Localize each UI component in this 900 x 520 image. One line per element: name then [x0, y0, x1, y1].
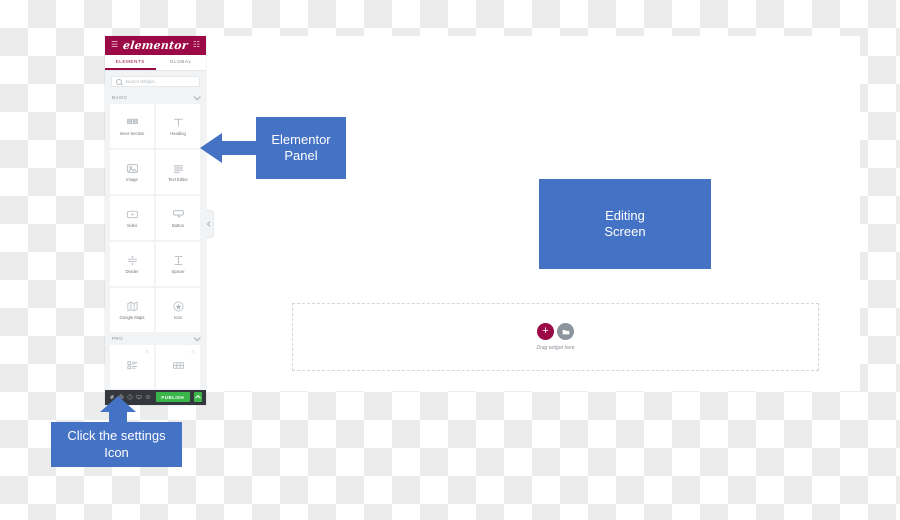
add-new-section-button[interactable]: +	[537, 323, 554, 340]
widget-label: Divider	[125, 268, 139, 274]
annotation-line-1: Editing	[605, 207, 645, 223]
category-header-basic[interactable]: BASIC	[105, 91, 206, 104]
elementor-logo: elementor	[122, 38, 189, 52]
preview-eye-icon[interactable]	[145, 394, 151, 400]
widget-label: Inner Section	[119, 130, 145, 136]
hamburger-icon[interactable]: ☰	[111, 41, 118, 49]
category-label-basic: BASIC	[112, 95, 128, 101]
search-widget-input[interactable]: Search Widget...	[111, 75, 200, 88]
widget-label: Button	[171, 222, 185, 228]
widget-icon[interactable]: Icon	[156, 287, 200, 332]
annotation-line-2: Screen	[604, 224, 646, 239]
chevron-up-icon	[195, 395, 201, 402]
widget-video[interactable]: Video	[110, 195, 154, 240]
widget-label: Heading	[170, 130, 186, 136]
widget-image[interactable]: Image	[110, 149, 154, 194]
panel-collapse-handle[interactable]	[206, 210, 214, 238]
category-header-pro[interactable]: PRO	[105, 332, 206, 345]
chevron-down-icon	[193, 334, 201, 342]
widget-label: Icon	[174, 314, 182, 320]
divider-icon	[126, 254, 139, 267]
annotation-line-1: Click the settings	[67, 428, 166, 444]
annotation-editing-screen: Editing Screen	[539, 179, 711, 269]
widget-google-maps[interactable]: Google Maps	[110, 287, 154, 332]
lock-icon	[145, 349, 149, 354]
lock-icon	[191, 349, 195, 354]
publish-options-button[interactable]	[194, 392, 202, 403]
map-icon	[126, 300, 139, 313]
panel-header: ☰ elementor ☷	[105, 36, 206, 55]
annotation-line-1: Elementor	[271, 131, 331, 147]
widget-heading[interactable]: Heading	[156, 103, 200, 148]
add-template-button[interactable]	[557, 323, 574, 340]
widget-inner-section[interactable]: Inner Section	[110, 103, 154, 148]
text-lines-icon	[172, 162, 185, 175]
widget-grid-basic: Inner Section Heading Image Text Editor …	[105, 103, 206, 333]
search-icon	[116, 78, 122, 85]
video-play-icon	[126, 208, 139, 221]
category-label-pro: PRO	[112, 336, 124, 342]
widget-gallery-locked[interactable]	[156, 344, 200, 389]
tab-elements[interactable]: ELEMENTS	[105, 55, 156, 70]
panel-tabs: ELEMENTS GLOBAL	[105, 54, 207, 71]
tab-global[interactable]: GLOBAL	[156, 55, 207, 70]
chevron-down-icon	[193, 93, 201, 101]
annotation-arrow-left	[200, 131, 258, 165]
widget-grid-pro	[105, 344, 206, 390]
columns-icon	[126, 116, 139, 129]
annotation-line-2: Icon	[104, 444, 129, 460]
folder-icon	[562, 329, 569, 334]
annotation-settings-icon: Click the settings Icon	[51, 422, 182, 467]
chevron-left-icon	[207, 221, 212, 227]
star-badge-icon	[172, 300, 185, 313]
posts-list-icon	[126, 359, 139, 372]
annotation-line-2: Panel	[284, 148, 318, 163]
widget-divider[interactable]: Divider	[110, 241, 154, 286]
widget-label: Video	[126, 222, 138, 228]
widget-text-editor[interactable]: Text Editor	[156, 149, 200, 194]
widget-label: Google Maps	[119, 314, 145, 320]
annotation-elementor-panel: Elementor Panel	[256, 117, 346, 179]
heading-t-icon	[172, 116, 185, 129]
publish-button[interactable]: PUBLISH	[156, 392, 190, 403]
widget-label: Spacer	[171, 268, 185, 274]
image-icon	[126, 162, 139, 175]
spacer-icon	[172, 254, 185, 267]
drag-widget-drop-area[interactable]: + Drag widget here	[292, 303, 819, 371]
grid-gallery-icon	[172, 359, 185, 372]
widget-posts-locked[interactable]	[110, 344, 154, 389]
button-cursor-icon	[172, 208, 185, 221]
elementor-panel: ☰ elementor ☷ ELEMENTS GLOBAL Search Wid…	[105, 36, 207, 406]
widget-label: Text Editor	[168, 176, 188, 182]
drop-area-hint: Drag widget here	[536, 345, 575, 351]
drop-area-buttons: +	[537, 323, 574, 340]
widget-spacer[interactable]: Spacer	[156, 241, 200, 286]
search-placeholder: Search Widget...	[125, 79, 158, 85]
grid-icon[interactable]: ☷	[193, 41, 200, 49]
widget-label: Image	[126, 176, 138, 182]
widget-button[interactable]: Button	[156, 195, 200, 240]
